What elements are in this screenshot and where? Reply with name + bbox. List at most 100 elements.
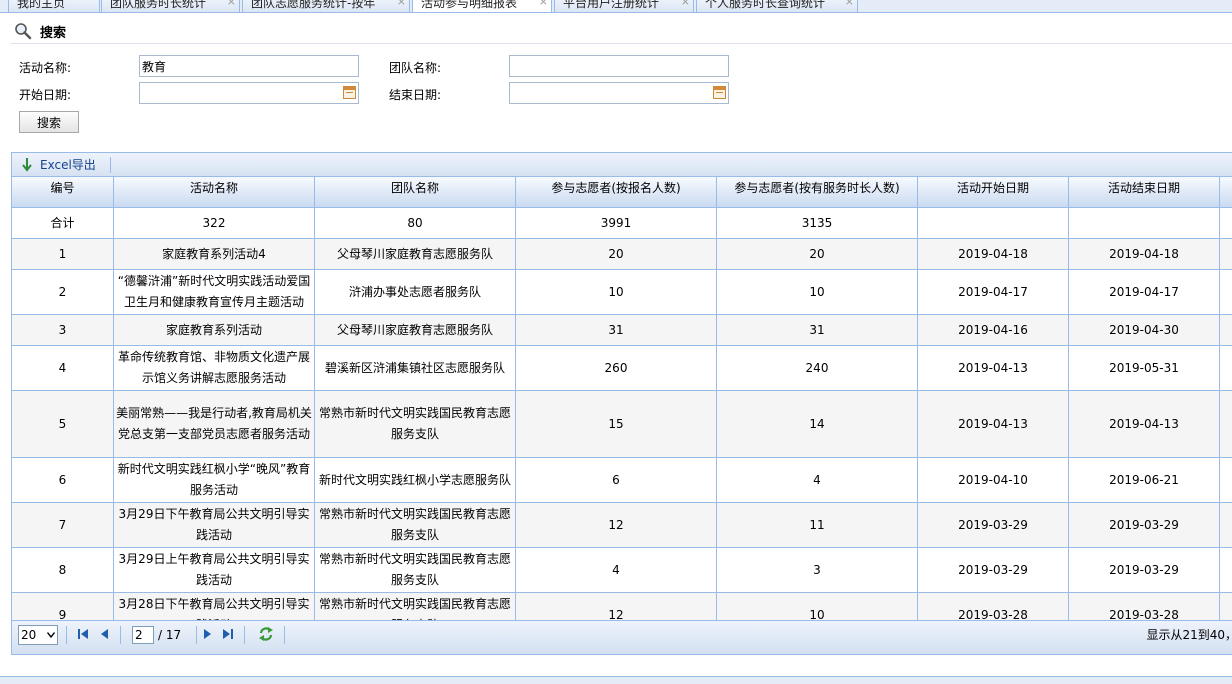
table-cell: 4	[516, 548, 717, 592]
table-cell: 革命传统教育馆、非物质文化遗产展示馆义务讲解志愿服务活动	[114, 346, 315, 390]
refresh-icon[interactable]	[258, 626, 274, 642]
table-cell: 2019-04-13	[918, 346, 1069, 390]
excel-export-label: Excel导出	[40, 158, 96, 172]
table-cell: 浒浦办事处志愿者服务队	[315, 270, 516, 314]
search-panel-title: 搜索	[40, 26, 67, 41]
next-page-icon[interactable]	[202, 627, 214, 641]
tab-user-registration[interactable]: 平台用户注册统计 ×	[554, 0, 694, 12]
total-pages: / 17	[158, 628, 182, 642]
app-root: 我的主页 团队服务时长统计 × 团队志愿服务统计-按年 × 活动参与明细报表 ×…	[0, 0, 1232, 684]
close-icon[interactable]: ×	[539, 0, 548, 8]
table-cell: 美丽常熟——我是行动者,教育局机关党总支第一支部党员志愿者服务活动	[114, 391, 315, 457]
column-header[interactable]: 活动名称	[114, 177, 315, 208]
tab-personal-service-hours[interactable]: 个人服务时长查询统计 ×	[696, 0, 858, 12]
end-date-input[interactable]	[509, 82, 729, 104]
table-cell: 12	[516, 503, 717, 547]
table-cell: 2019-06-21	[1069, 458, 1220, 502]
table-total-row[interactable]: 合计 322 80 3991 3135	[12, 208, 1232, 239]
tab-my-home[interactable]: 我的主页	[8, 0, 100, 12]
table-row[interactable]: 93月28日下午教育局公共文明引导实践活动常熟市新时代文明实践国民教育志愿服务支…	[12, 593, 1232, 620]
table-cell: 2019-04-18	[918, 239, 1069, 269]
table-cell-filler	[1220, 458, 1232, 502]
table-cell: 3月29日下午教育局公共文明引导实践活动	[114, 503, 315, 547]
table-cell-filler	[1220, 548, 1232, 592]
pager-info: 显示从21到40，总	[1146, 628, 1232, 642]
table-cell: 2019-04-16	[918, 315, 1069, 345]
pager-separator	[244, 626, 245, 644]
table-cell-filler	[1220, 208, 1232, 238]
table-cell: 9	[12, 593, 114, 620]
end-date-label: 结束日期:	[389, 88, 442, 102]
table-cell: 3月28日下午教育局公共文明引导实践活动	[114, 593, 315, 620]
table-cell: 新时代文明实践红枫小学志愿服务队	[315, 458, 516, 502]
table-row[interactable]: 8 3月29日上午教育局公共文明引导实践活动 常熟市新时代文明实践国民教育志愿服务支…	[12, 548, 1232, 593]
table-cell: 3135	[717, 208, 918, 238]
table-cell: 2019-04-13	[918, 391, 1069, 457]
close-icon[interactable]: ×	[681, 0, 690, 8]
table-cell: 240	[717, 346, 918, 390]
pagination-bar: 20 / 17	[12, 620, 1232, 654]
column-header[interactable]: 参与志愿者(按有服务时长人数)	[717, 177, 918, 208]
tab-label: 平台用户注册统计	[563, 0, 660, 10]
table-row[interactable]: 5 美丽常熟——我是行动者,教育局机关党总支第一支部党员志愿者服务活动 常熟市新时代…	[12, 391, 1232, 458]
column-header[interactable]: 编号	[12, 177, 114, 208]
prev-page-icon[interactable]	[98, 627, 110, 641]
current-page-input[interactable]	[132, 626, 154, 644]
tab-label: 团队服务时长统计	[110, 0, 207, 10]
last-page-icon[interactable]	[222, 627, 234, 641]
excel-export-button[interactable]: Excel导出	[20, 155, 96, 175]
pager-separator	[284, 626, 285, 644]
tab-team-volunteer-yearly[interactable]: 团队志愿服务统计-按年 ×	[242, 0, 410, 12]
table-cell: 4	[717, 458, 918, 502]
table-cell: 2019-03-29	[918, 503, 1069, 547]
table-cell: 常熟市新时代文明实践国民教育志愿服务支队	[315, 593, 516, 620]
table-cell: 31	[717, 315, 918, 345]
grid-header-row: 编号 活动名称 团队名称 参与志愿者(按报名人数) 参与志愿者(按有服务时长人数…	[12, 177, 1232, 208]
table-cell: 3	[717, 548, 918, 592]
table-row[interactable]: 6 新时代文明实践红枫小学“晚风”教育服务活动 新时代文明实践红枫小学志愿服务队 6 4…	[12, 458, 1232, 503]
tab-label: 个人服务时长查询统计	[705, 0, 826, 10]
search-button[interactable]: 搜索	[19, 111, 79, 133]
table-row[interactable]: 3 家庭教育系列活动 父母琴川家庭教育志愿服务队 31 31 2019-04-16 2019…	[12, 315, 1232, 346]
table-cell: 2019-04-10	[918, 458, 1069, 502]
table-cell: 2019-03-29	[1069, 503, 1220, 547]
table-cell: 2019-03-29	[918, 548, 1069, 592]
table-cell: 常熟市新时代文明实践国民教育志愿服务支队	[315, 391, 516, 457]
table-cell: 家庭教育系列活动4	[114, 239, 315, 269]
table-cell: 11	[717, 503, 918, 547]
calendar-icon[interactable]	[343, 86, 356, 99]
table-cell: 8	[12, 548, 114, 592]
column-header[interactable]: 参与志愿者(按报名人数)	[516, 177, 717, 208]
activity-name-input[interactable]	[139, 55, 359, 77]
download-arrow-icon	[22, 158, 32, 172]
search-icon	[15, 23, 32, 40]
page-size-value: 20	[21, 628, 37, 642]
table-cell: 合计	[12, 208, 114, 238]
table-row[interactable]: 2 “德馨浒浦”新时代文明实践活动爱国卫生月和健康教育宣传月主题活动 浒浦办事处志愿…	[12, 270, 1232, 315]
tab-activity-detail-report[interactable]: 活动参与明细报表 ×	[412, 0, 552, 12]
team-name-input[interactable]	[509, 55, 729, 77]
calendar-icon[interactable]	[713, 86, 726, 99]
tab-team-service-hours[interactable]: 团队服务时长统计 ×	[101, 0, 240, 12]
table-cell: 31	[516, 315, 717, 345]
tab-label: 我的主页	[17, 0, 66, 10]
table-row[interactable]: 7 3月29日下午教育局公共文明引导实践活动 常熟市新时代文明实践国民教育志愿服务支…	[12, 503, 1232, 548]
start-date-input[interactable]	[139, 82, 359, 104]
table-cell: 父母琴川家庭教育志愿服务队	[315, 239, 516, 269]
column-header[interactable]: 活动开始日期	[918, 177, 1069, 208]
column-header[interactable]: 活动结束日期	[1069, 177, 1220, 208]
close-icon[interactable]: ×	[397, 0, 406, 8]
activity-name-label: 活动名称:	[19, 61, 72, 75]
close-icon[interactable]: ×	[845, 0, 854, 8]
table-row[interactable]: 1 家庭教育系列活动4 父母琴川家庭教育志愿服务队 20 20 2019-04-18 201…	[12, 239, 1232, 270]
table-cell: 20	[717, 239, 918, 269]
table-cell: 4	[12, 346, 114, 390]
table-cell: 常熟市新时代文明实践国民教育志愿服务支队	[315, 503, 516, 547]
first-page-icon[interactable]	[77, 627, 89, 641]
table-cell: 2019-03-28	[918, 593, 1069, 620]
column-header[interactable]: 团队名称	[315, 177, 516, 208]
table-cell: 12	[516, 593, 717, 620]
close-icon[interactable]: ×	[227, 0, 236, 8]
page-size-select[interactable]: 20	[18, 625, 58, 645]
table-row[interactable]: 4 革命传统教育馆、非物质文化遗产展示馆义务讲解志愿服务活动 碧溪新区浒浦集镇社区志…	[12, 346, 1232, 391]
